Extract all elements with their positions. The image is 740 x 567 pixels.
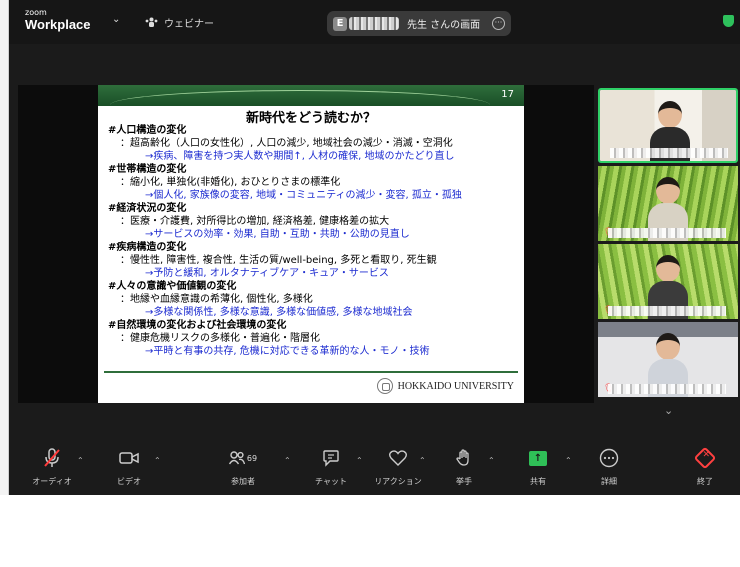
participants-icon <box>228 451 245 465</box>
slide-detail-line: ：健康危機リスクの多様化・普遍化・階層化 <box>120 333 320 344</box>
slide-heading-line: #世帯構造の変化 <box>108 164 187 175</box>
webinar-label: ウェビナー <box>164 19 214 30</box>
more-details-button[interactable]: 詳細 <box>580 448 638 487</box>
logo-big-text: Workplace <box>25 17 91 32</box>
slide-implication-line: →サービスの効率・効果, 自助・互助・共助・公助の見直し <box>145 229 410 240</box>
webinar-icon <box>145 17 158 27</box>
audio-label: オーディオ <box>32 477 72 486</box>
participant-name-redacted <box>608 228 726 238</box>
share-options-caret[interactable]: ⌃ <box>565 456 572 465</box>
heart-icon <box>389 450 407 466</box>
zoom-window: zoom Workplace ⌄ ウェビナー E 先生 さんの画面 ··· 17… <box>9 0 740 495</box>
chat-button[interactable]: チャット <box>302 448 360 487</box>
chat-bubble-icon <box>323 450 339 467</box>
presenter-name-redacted <box>349 17 399 30</box>
audio-button[interactable]: オーディオ <box>23 448 81 487</box>
slide-heading-line: #経済状況の変化 <box>108 203 187 214</box>
microphone-muted-icon <box>44 448 60 467</box>
slide-implication-line: →予防と緩和, オルタナティブケア・キュア・サービス <box>145 268 389 279</box>
details-label: 詳細 <box>601 477 617 486</box>
slide-detail-line: ：縮小化, 単独化(非婚化), おひとりさまの標準化 <box>120 177 341 188</box>
webinar-indicator[interactable]: ウェビナー <box>145 15 214 30</box>
security-shield-icon[interactable] <box>723 15 734 27</box>
university-seal-icon <box>376 378 393 394</box>
slide-heading-line: #人々の意識や価値観の変化 <box>108 281 237 292</box>
more-icon <box>599 448 619 468</box>
chevron-down-icon[interactable]: ⌄ <box>112 14 120 25</box>
raise-hand-options-caret[interactable]: ⌃ <box>488 456 495 465</box>
participant-name-redacted <box>610 148 728 158</box>
presentation-slide: 17 新時代をどう読むか？ #人口構造の変化 ：超高齢化（人口の女性化）, 人口の… <box>98 85 524 403</box>
end-icon <box>693 446 717 470</box>
slide-detail-line: ：医療・介護費, 対所得比の増加, 経済格差, 健康格差の拡大 <box>120 216 390 227</box>
participant-name-redacted <box>608 384 726 394</box>
participant-name-redacted <box>608 306 726 316</box>
participants-button[interactable]: 69 参加者 <box>214 448 272 487</box>
university-name: HOKKAIDO UNIVERSITY <box>397 380 514 392</box>
video-label: ビデオ <box>117 477 141 486</box>
raise-hand-button[interactable]: 挙手 <box>435 448 493 487</box>
slide-detail-line: ：超高齢化（人口の女性化）, 人口の減少, 地域社会の減少・消滅・空洞化 <box>120 138 453 149</box>
slide-implication-line: →疾病、障害を持つ実人数や期間↑, 人材の確保, 地域のかたどり直し <box>145 151 455 162</box>
slide-heading-line: #自然環境の変化および社会環境の変化 <box>108 320 287 331</box>
viewing-share-pill[interactable]: E 先生 さんの画面 ··· <box>327 11 511 36</box>
reactions-button[interactable]: リアクション <box>369 448 427 487</box>
slide-number: 17 <box>501 89 514 100</box>
slide-body: #人口構造の変化 ：超高齢化（人口の女性化）, 人口の減少, 地域社会の減少・消滅… <box>108 124 520 358</box>
participants-count: 69 <box>246 453 258 463</box>
chat-label: チャット <box>315 477 347 486</box>
slide-footer: HOKKAIDO UNIVERSITY <box>376 378 514 394</box>
raise-hand-icon <box>456 449 469 466</box>
reactions-label: リアクション <box>374 477 422 486</box>
viewing-share-text: 先生 さんの画面 <box>407 20 481 31</box>
reactions-options-caret[interactable]: ⌃ <box>419 456 426 465</box>
gallery-scroll-down-icon[interactable]: ⌄ <box>664 404 673 417</box>
participant-head <box>656 177 680 204</box>
logo-small-text: zoom <box>25 8 47 17</box>
participant-head <box>656 333 680 360</box>
participant-tile[interactable]: 🎙 <box>598 244 738 319</box>
slide-heading-line: #人口構造の変化 <box>108 125 187 136</box>
share-screen-button[interactable]: ↑ 共有 <box>509 448 567 487</box>
meeting-toolbar: オーディオ ⌃ ビデオ ⌃ 69 参加者 ⌃ チャット ⌃ リアクション ⌃ 挙… <box>9 440 740 495</box>
audio-options-caret[interactable]: ⌃ <box>77 456 84 465</box>
slide-implication-line: →多様な関係性, 多様な意識, 多様な価値感, 多様な地域社会 <box>145 307 413 318</box>
share-arrow-icon: ↑ <box>529 450 547 466</box>
top-bar: zoom Workplace ⌄ ウェビナー E 先生 さんの画面 ··· <box>9 0 740 44</box>
shared-screen-area: 17 新時代をどう読むか？ #人口構造の変化 ：超高齢化（人口の女性化）, 人口の… <box>18 85 594 403</box>
slide-detail-line: ：慢性性, 障害性, 複合性, 生活の質/well-being, 多死と看取り,… <box>120 255 437 266</box>
zoom-logo: zoom Workplace <box>25 8 91 32</box>
raise-hand-label: 挙手 <box>456 477 472 486</box>
more-options-icon[interactable]: ··· <box>492 17 505 30</box>
slide-detail-line: ：地縁や血縁意識の希薄化, 個性化, 多様化 <box>120 294 313 305</box>
end-label: 終了 <box>697 477 713 486</box>
participant-head <box>656 255 680 282</box>
background-window-edge <box>0 0 9 495</box>
slide-header-band: 17 <box>98 85 524 106</box>
participants-options-caret[interactable]: ⌃ <box>284 456 291 465</box>
video-options-caret[interactable]: ⌃ <box>154 456 161 465</box>
presenter-avatar: E <box>333 16 347 31</box>
participant-tile[interactable]: 🎙 <box>598 322 738 397</box>
video-camera-icon <box>119 452 139 464</box>
slide-heading-line: #疾病構造の変化 <box>108 242 187 253</box>
chat-options-caret[interactable]: ⌃ <box>356 456 363 465</box>
video-button[interactable]: ビデオ <box>100 448 158 487</box>
participants-label: 参加者 <box>231 477 255 486</box>
slide-footer-rule <box>104 371 518 373</box>
participant-tile-active-speaker[interactable] <box>598 88 738 163</box>
slide-implication-line: →平時と有事の共存, 危機に対応できる革新的な人・モノ・技術 <box>145 346 430 357</box>
participant-tile[interactable]: 🎙 <box>598 166 738 241</box>
participant-head <box>658 101 682 128</box>
end-meeting-button[interactable]: 終了 <box>676 446 734 487</box>
slide-implication-line: →個人化, 家族像の変容, 地域・コミュニティの減少・変容, 孤立・孤独 <box>145 190 462 201</box>
share-label: 共有 <box>530 477 546 486</box>
